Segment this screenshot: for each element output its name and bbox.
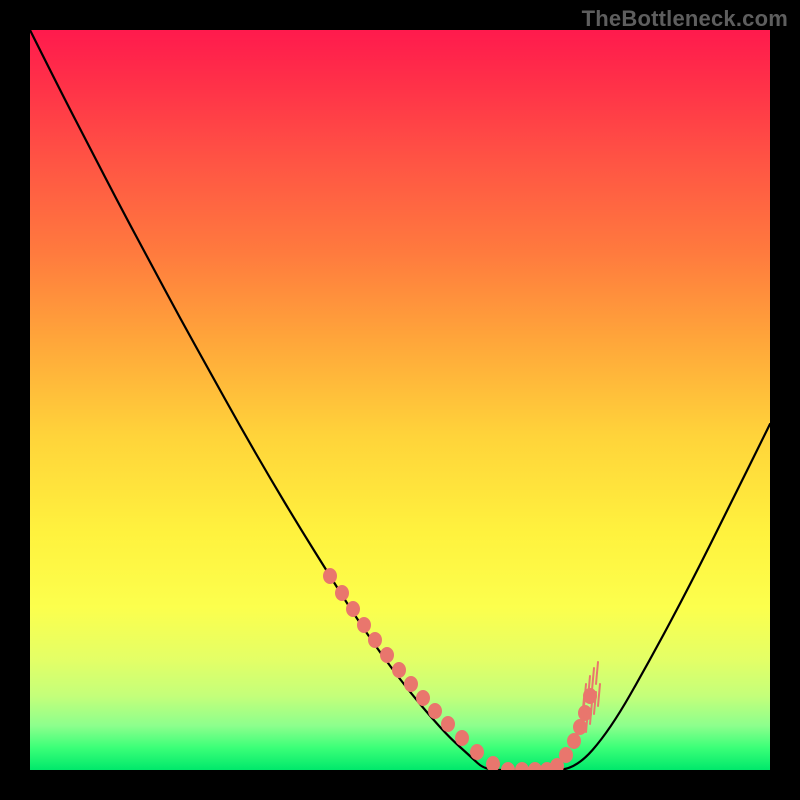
highlight-dot [404, 676, 418, 692]
hatch-stroke [590, 702, 592, 724]
curve-group [30, 30, 770, 770]
highlight-dot [441, 716, 455, 732]
highlight-dot [380, 647, 394, 663]
hatch-stroke [598, 684, 600, 706]
watermark-text: TheBottleneck.com [582, 6, 788, 32]
highlight-dot [335, 585, 349, 601]
highlight-dot [559, 747, 573, 763]
highlight-dot [573, 719, 587, 735]
chart-plot-area [30, 30, 770, 770]
highlight-dot [323, 568, 337, 584]
bottleneck-curve [30, 30, 770, 770]
highlight-dot [501, 762, 515, 770]
hatch-stroke [596, 662, 598, 684]
highlight-dot [428, 703, 442, 719]
highlight-dot [346, 601, 360, 617]
hatch-stroke [592, 668, 594, 690]
highlight-dot [515, 762, 529, 770]
highlight-dot [567, 733, 581, 749]
chart-svg [30, 30, 770, 770]
highlight-dot [455, 730, 469, 746]
highlight-dot [416, 690, 430, 706]
highlight-dot [392, 662, 406, 678]
highlight-dot [368, 632, 382, 648]
highlight-dot [528, 762, 542, 770]
highlight-dot [470, 744, 484, 760]
highlight-dots-group [323, 568, 597, 770]
hatch-stroke [584, 684, 586, 706]
highlight-dot [357, 617, 371, 633]
highlight-dot [486, 756, 500, 770]
